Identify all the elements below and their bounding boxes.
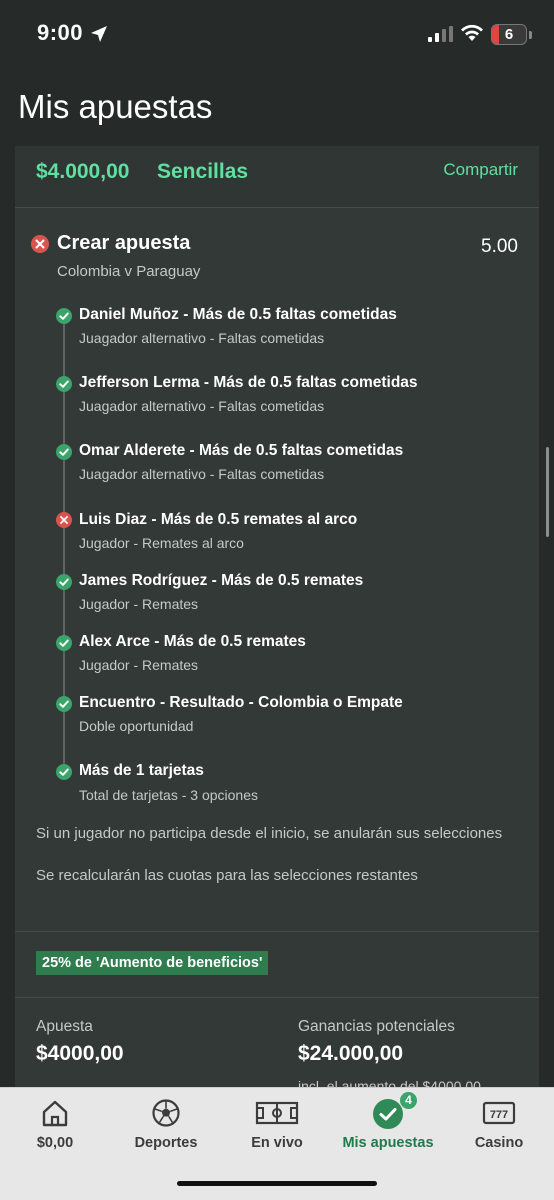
selection-subtitle: Juagador alternativo - Faltas cometidas — [79, 330, 325, 346]
bet-card-header: $4.000,00 Sencillas Compartir — [15, 146, 539, 208]
won-check-icon — [56, 308, 72, 324]
tab-casino[interactable]: 777 Casino — [444, 1088, 554, 1168]
svg-text:777: 777 — [490, 1109, 508, 1121]
selection-title: Encuentro - Resultado - Colombia o Empat… — [79, 694, 403, 711]
tab-label: Casino — [474, 1135, 524, 1151]
won-check-icon — [56, 696, 72, 712]
selection-subtitle: Jugador - Remates — [79, 657, 199, 673]
selection-title: Luis Diaz - Más de 0.5 remates al arco — [79, 511, 358, 528]
void-rules-note: Si un jugador no participa desde el inic… — [36, 825, 503, 842]
bets-count-badge: 4 — [400, 1092, 417, 1109]
pitch-icon — [255, 1101, 299, 1125]
selection-title: Omar Alderete - Más de 0.5 faltas cometi… — [79, 442, 404, 459]
selection-subtitle: Juagador alternativo - Faltas cometidas — [79, 398, 325, 414]
battery-level: 6 — [504, 26, 514, 43]
check-circle-icon — [373, 1099, 403, 1129]
tab-en-vivo[interactable]: En vivo — [222, 1088, 332, 1168]
lost-status-icon — [31, 235, 49, 253]
won-check-icon — [56, 444, 72, 460]
slot-machine-icon: 777 — [482, 1101, 516, 1125]
selection-subtitle: Doble oportunidad — [79, 718, 194, 734]
tab-label: En vivo — [251, 1135, 303, 1151]
potential-winnings-value: $24.000,00 — [298, 1042, 404, 1065]
location-arrow-icon — [91, 26, 107, 42]
status-bar: 9:00 6 — [0, 0, 554, 72]
home-icon — [42, 1100, 68, 1127]
battery-indicator: 6 — [491, 24, 527, 45]
divider — [15, 997, 539, 998]
selection-subtitle: Jugador - Remates — [79, 596, 199, 612]
bet-odds: 5.00 — [481, 236, 518, 257]
wifi-icon — [461, 24, 483, 41]
cell-signal-icon — [428, 26, 453, 42]
selection-title: Más de 1 tarjetas — [79, 762, 204, 779]
tab-label: Mis apuestas — [342, 1135, 434, 1151]
bet-type: Sencillas — [157, 160, 249, 183]
soccer-ball-icon — [152, 1099, 180, 1127]
tab-label: Deportes — [134, 1135, 198, 1151]
profit-boost-badge: 25% de 'Aumento de beneficios' — [36, 951, 269, 975]
won-check-icon — [56, 376, 72, 392]
tab-mis-apuestas[interactable]: 4 Mis apuestas — [333, 1088, 443, 1168]
bet-card: $4.000,00 Sencillas Compartir Crear apue… — [15, 146, 539, 1106]
selection-subtitle: Jugador - Remates al arco — [79, 535, 244, 551]
won-check-icon — [56, 574, 72, 590]
divider — [15, 931, 539, 932]
selection-title: Daniel Muñoz - Más de 0.5 faltas cometid… — [79, 306, 397, 323]
tab-label: $0,00 — [36, 1135, 74, 1151]
stake-label: Apuesta — [36, 1018, 93, 1035]
match-name: Colombia v Paraguay — [57, 263, 201, 280]
scrollbar[interactable] — [546, 447, 549, 537]
selection-title: Alex Arce - Más de 0.5 remates — [79, 633, 306, 650]
bet-builder-title: Crear apuesta — [57, 232, 191, 254]
share-button[interactable]: Compartir — [443, 160, 518, 180]
tab-deportes[interactable]: Deportes — [111, 1088, 221, 1168]
header-stake-amount: $4.000,00 — [36, 160, 130, 183]
selection-subtitle: Juagador alternativo - Faltas cometidas — [79, 466, 325, 482]
potential-winnings-label: Ganancias potenciales — [298, 1018, 455, 1035]
selection-subtitle: Total de tarjetas - 3 opciones — [79, 787, 258, 803]
page-title: Mis apuestas — [18, 88, 213, 125]
home-indicator[interactable] — [177, 1181, 377, 1186]
won-check-icon — [56, 764, 72, 780]
lost-x-icon — [56, 512, 72, 528]
selection-title: Jefferson Lerma - Más de 0.5 faltas come… — [79, 374, 418, 391]
tab-balance[interactable]: $0,00 — [0, 1088, 110, 1168]
status-time: 9:00 — [37, 20, 84, 45]
stake-value: $4000,00 — [36, 1042, 124, 1065]
selection-title: James Rodríguez - Más de 0.5 remates — [79, 572, 364, 589]
won-check-icon — [56, 635, 72, 651]
recalc-note: Se recalcularán las cuotas para las sele… — [36, 867, 418, 884]
